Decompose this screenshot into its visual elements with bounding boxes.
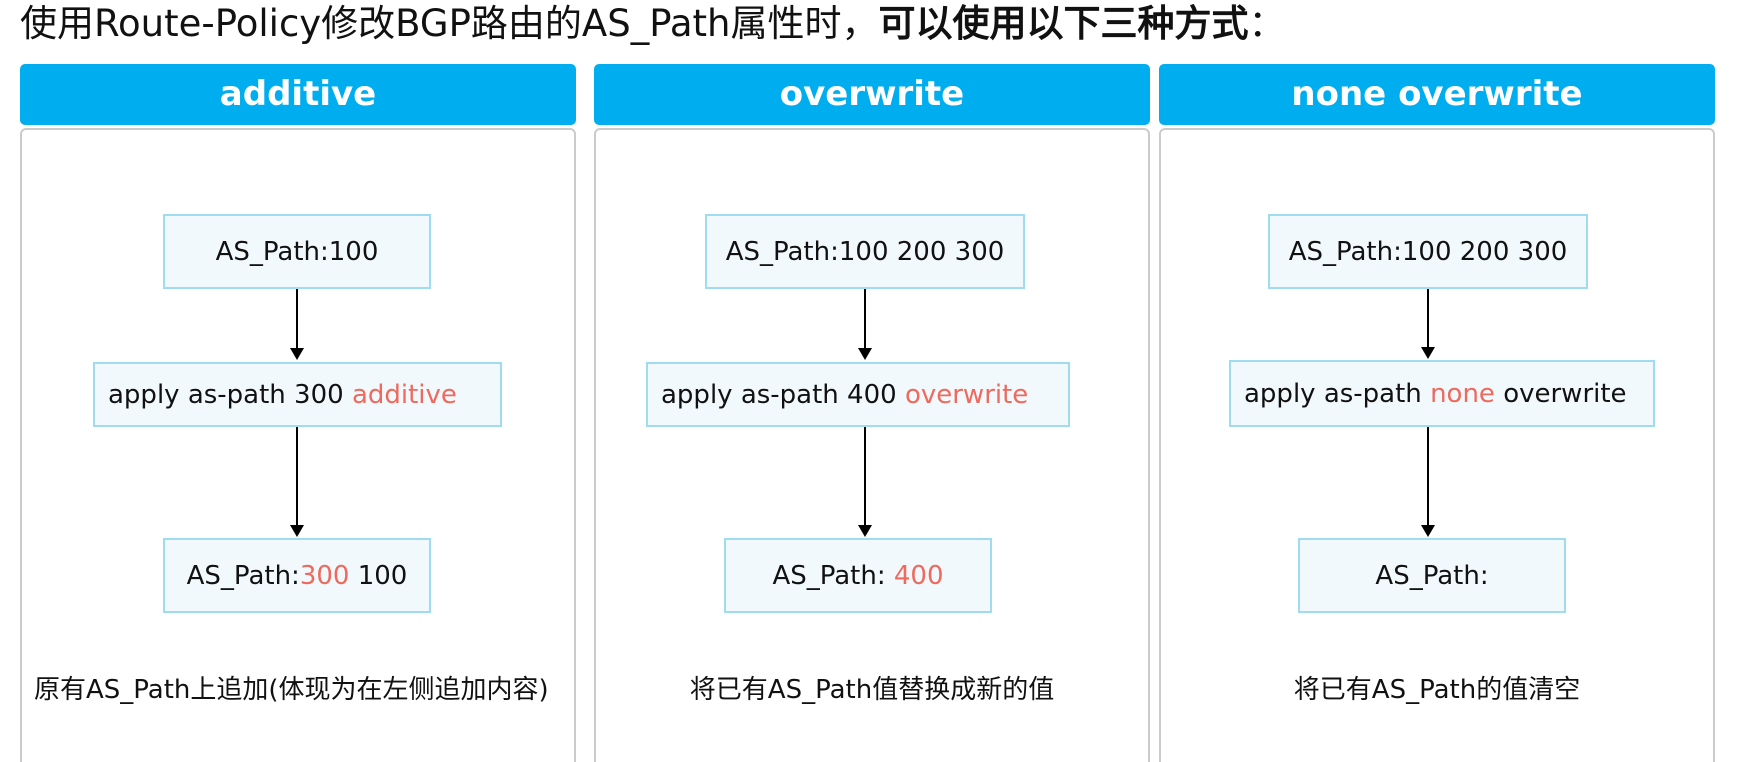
flow-arrow-down: [857, 289, 873, 360]
flow-arrow-down: [1420, 427, 1436, 537]
result-aspath-box: AS_Path: 400: [724, 538, 992, 613]
input-aspath-text: AS_Path:100: [215, 236, 379, 267]
panel-caption: 将已有AS_Path的值清空: [1293, 675, 1581, 705]
result-aspath-highlight: 300: [299, 560, 350, 591]
result-aspath-prefix: AS_Path:: [1375, 560, 1489, 591]
flow-arrow-down: [1420, 289, 1436, 359]
panel-none-overwrite: AS_Path:100 200 300 apply as-path none o…: [1159, 128, 1715, 762]
apply-command-suffix: overwrite: [1494, 378, 1627, 409]
input-aspath-box: AS_Path:100 200 300: [705, 214, 1025, 289]
result-aspath-box: AS_Path:: [1298, 538, 1566, 613]
title-text: 使用Route-Policy修改BGP路由的AS_Path属性时，: [20, 2, 879, 45]
apply-command-prefix: apply as-path 400: [661, 379, 905, 410]
flow-arrow-down: [289, 289, 305, 360]
panel-header-additive: additive: [20, 64, 576, 125]
input-aspath-text: AS_Path:100 200 300: [1288, 236, 1568, 267]
result-aspath-prefix: AS_Path:: [772, 560, 894, 591]
panel-additive: AS_Path:100 apply as-path 300 additive A…: [20, 128, 576, 762]
panel-header-none-overwrite: none overwrite: [1159, 64, 1715, 125]
apply-command-box: apply as-path 400 overwrite: [646, 362, 1070, 427]
panel-overwrite: AS_Path:100 200 300 apply as-path 400 ov…: [594, 128, 1150, 762]
apply-command-keyword: none: [1430, 378, 1495, 409]
apply-command-box: apply as-path 300 additive: [93, 362, 502, 427]
flow-arrow-down: [289, 427, 305, 537]
title-emphasis: 可以使用以下三种方式: [878, 2, 1249, 45]
panel-caption: 原有AS_Path上追加(体现为在左侧追加内容): [34, 675, 549, 705]
flow-arrow-down: [857, 427, 873, 537]
apply-command-keyword: overwrite: [904, 379, 1029, 410]
apply-command-keyword: additive: [351, 379, 457, 410]
panel-header-overwrite: overwrite: [594, 64, 1150, 125]
page-title: 使用Route-Policy修改BGP路由的AS_Path属性时，可以使用以下三…: [20, 2, 1285, 46]
result-aspath-highlight: 400: [893, 560, 944, 591]
result-aspath-box: AS_Path: 300 100: [163, 538, 431, 613]
title-colon: ：: [1248, 2, 1286, 45]
result-aspath-prefix: AS_Path:: [186, 560, 300, 591]
apply-command-prefix: apply as-path 300: [108, 379, 352, 410]
input-aspath-box: AS_Path:100 200 300: [1268, 214, 1588, 289]
result-aspath-suffix: 100: [349, 560, 408, 591]
apply-command-box: apply as-path none overwrite: [1229, 360, 1655, 427]
apply-command-prefix: apply as-path: [1244, 378, 1431, 409]
panel-caption: 将已有AS_Path值替换成新的值: [689, 675, 1055, 705]
input-aspath-text: AS_Path:100 200 300: [725, 236, 1005, 267]
input-aspath-box: AS_Path:100: [163, 214, 431, 289]
